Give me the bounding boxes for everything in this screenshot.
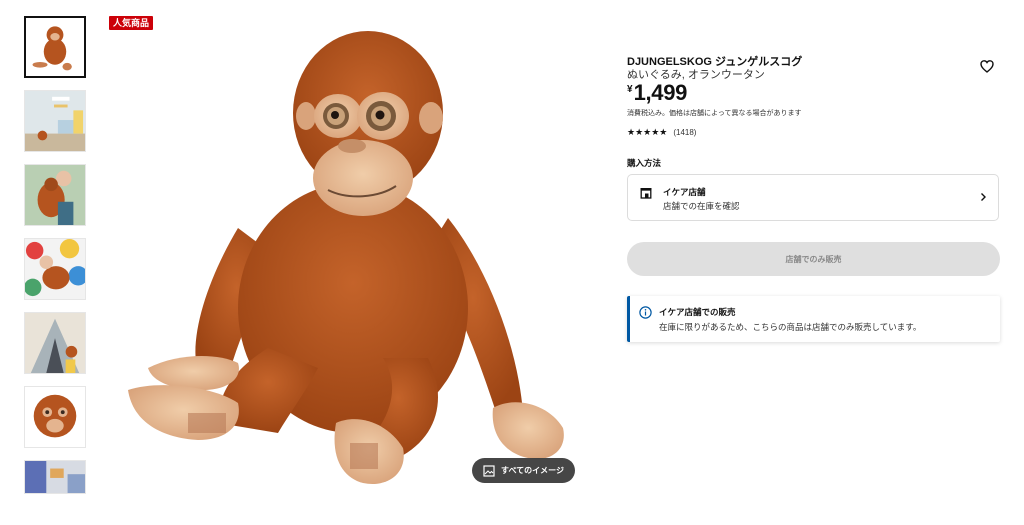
thumbnail-1[interactable] <box>24 16 86 78</box>
price: ¥ 1,499 <box>627 80 687 106</box>
thumbnail-7[interactable] <box>24 460 86 494</box>
tax-note: 消費税込み。価格は店舗によって異なる場合があります <box>627 110 802 117</box>
thumbnail-image <box>25 313 85 373</box>
thumbnail-5[interactable] <box>24 312 86 374</box>
thumbnail-3[interactable] <box>24 164 86 226</box>
thumbnail-image <box>25 239 85 299</box>
orangutan-plush-image <box>128 31 564 484</box>
chevron-right-icon <box>981 193 986 201</box>
thumbnail-image <box>25 387 85 447</box>
thumbnail-6[interactable] <box>24 386 86 448</box>
thumbnail-image <box>25 461 85 493</box>
store-card-subtitle: 店舗での在庫を確認 <box>663 201 740 211</box>
store-icon <box>640 188 652 199</box>
thumbnail-image <box>25 165 85 225</box>
thumbnail-image <box>26 18 84 76</box>
info-icon <box>639 306 652 319</box>
rating-count: (1418) <box>673 128 697 137</box>
rating-stars: ★★★★★ <box>627 127 668 137</box>
info-heading: イケア店舗での販売 <box>659 307 736 317</box>
store-only-button[interactable]: 店舗でのみ販売 <box>627 242 1000 276</box>
store-availability-card[interactable]: イケア店舗 店舗での在庫を確認 <box>627 174 999 221</box>
store-only-info-box: イケア店舗での販売 在庫に限りがあるため、こちらの商品は店舗でのみ販売しています… <box>627 296 1000 342</box>
price-currency: ¥ <box>627 84 633 95</box>
thumbnail-image <box>25 91 85 151</box>
gallery-icon <box>483 464 495 477</box>
thumbnail-2[interactable] <box>24 90 86 152</box>
view-all-images-label: すべてのイメージ <box>501 466 564 475</box>
view-all-images-button[interactable]: すべてのイメージ <box>472 458 575 483</box>
info-body: 在庫に限りがあるため、こちらの商品は店舗でのみ販売しています。 <box>659 322 922 332</box>
purchase-method-title: 購入方法 <box>627 158 662 168</box>
thumbnail-4[interactable] <box>24 238 86 300</box>
thumbnail-list <box>24 16 90 494</box>
product-main-image[interactable] <box>118 18 588 498</box>
heart-icon <box>980 60 994 73</box>
rating[interactable]: ★★★★★ (1418) <box>627 127 696 138</box>
price-amount: 1,499 <box>633 80 688 105</box>
store-card-title: イケア店舗 <box>663 187 706 197</box>
favorite-button[interactable] <box>979 58 995 74</box>
